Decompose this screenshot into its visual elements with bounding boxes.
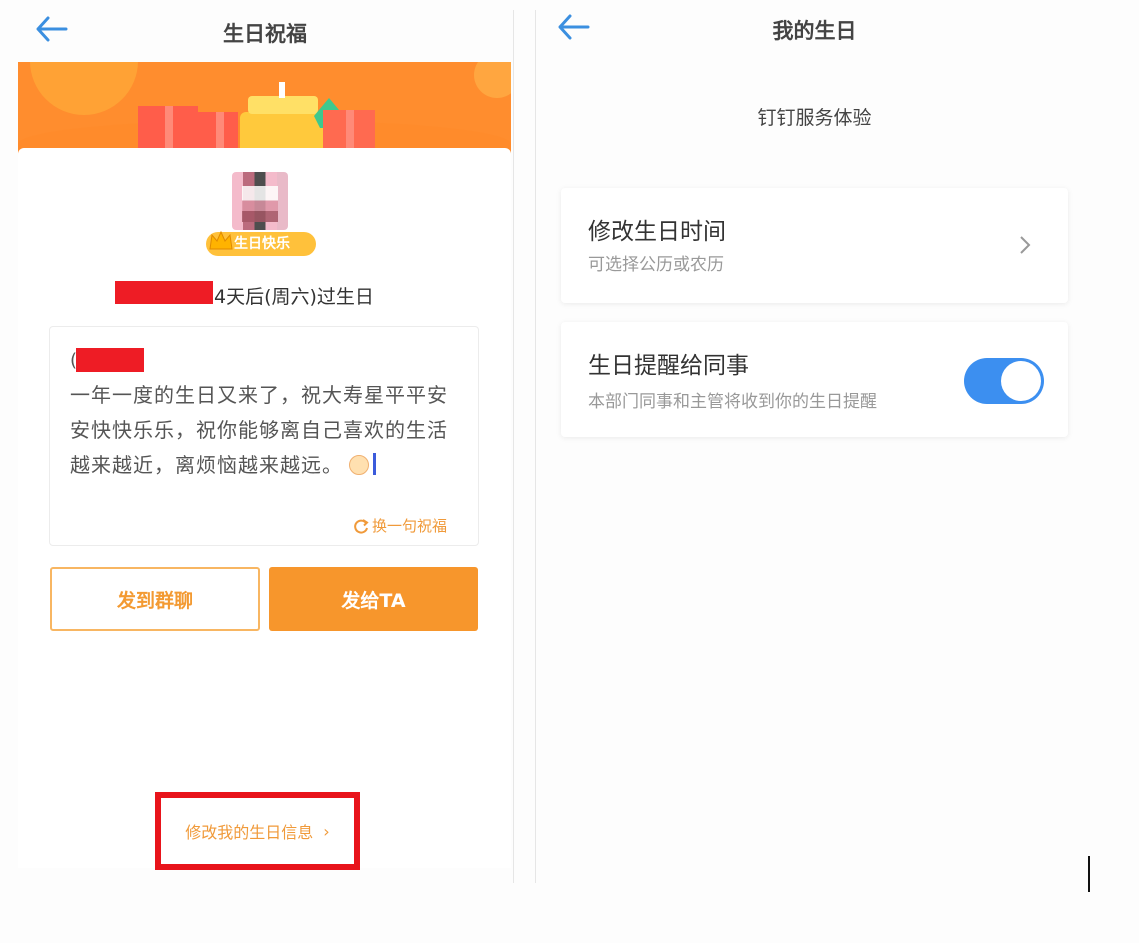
crown-icon xyxy=(209,230,233,250)
row-title: 修改生日时间 xyxy=(588,219,726,245)
edit-my-birthday-label: 修改我的生日信息 xyxy=(185,823,314,842)
birthday-countdown: 4天后(周六)过生日 xyxy=(214,286,374,308)
wish-message-body: 一年一度的生日又来了，祝大寿星平平安安快快乐乐，祝你能够离自己喜欢的生活越来越近… xyxy=(70,383,448,477)
edit-birthday-time-row[interactable]: 修改生日时间 可选择公历或农历 xyxy=(561,188,1068,303)
toggle-knob xyxy=(1001,361,1041,401)
birthday-reminder-row: 生日提醒给同事 本部门同事和主管将收到你的生日提醒 xyxy=(561,322,1068,437)
redacted-recipient xyxy=(76,348,144,372)
page-title: 生日祝福 xyxy=(223,22,307,46)
send-to-them-button[interactable]: 发给TA xyxy=(269,567,478,631)
chevron-right-icon: › xyxy=(323,821,330,841)
redacted-name xyxy=(115,281,213,304)
edit-my-birthday-link[interactable]: 修改我的生日信息 › xyxy=(155,792,360,870)
birthday-wish-screen: 生日祝福 生日快乐 4天后(周六)过生日 ( 一年一度的生日又来了，祝大寿星平平… xyxy=(0,0,515,943)
refresh-icon xyxy=(354,518,369,534)
wish-message-text[interactable]: 一年一度的生日又来了，祝大寿星平平安安快快乐乐，祝你能够离自己喜欢的生活越来越近… xyxy=(70,378,460,483)
birthday-reminder-toggle[interactable] xyxy=(964,358,1044,404)
text-cursor xyxy=(1088,856,1090,892)
send-to-group-button[interactable]: 发到群聊 xyxy=(50,567,260,631)
chevron-right-icon[interactable] xyxy=(1018,234,1032,256)
row-subtitle: 本部门同事和主管将收到你的生日提醒 xyxy=(588,392,877,412)
birthday-banner xyxy=(18,62,511,154)
text-caret xyxy=(373,453,376,475)
gift-box-icon xyxy=(138,106,198,154)
swap-wish-label: 换一句祝福 xyxy=(372,517,448,535)
divider xyxy=(513,10,514,883)
my-birthday-screen: 我的生日 钉钉服务体验 修改生日时间 可选择公历或农历 生日提醒给同事 本部门同… xyxy=(536,0,1139,943)
row-subtitle: 可选择公历或农历 xyxy=(588,255,724,275)
avatar xyxy=(232,172,288,230)
service-subtitle: 钉钉服务体验 xyxy=(757,107,872,129)
page-title: 我的生日 xyxy=(772,19,857,43)
cake-emoji-icon xyxy=(349,455,369,475)
row-title: 生日提醒给同事 xyxy=(588,353,749,379)
swap-wish-link[interactable]: 换一句祝福 xyxy=(352,515,447,536)
